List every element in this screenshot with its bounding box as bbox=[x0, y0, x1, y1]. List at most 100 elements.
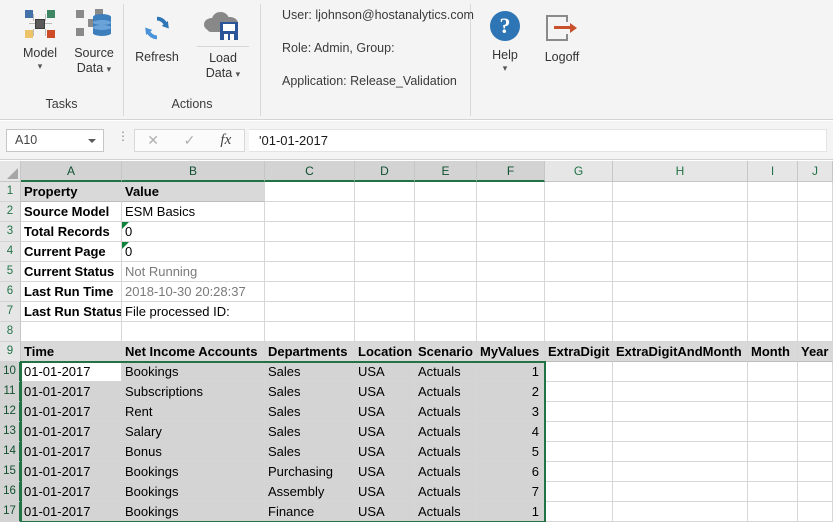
cell-A11[interactable]: 01-01-2017 bbox=[21, 382, 122, 402]
column-header-g[interactable]: G bbox=[545, 161, 613, 182]
cell-D5[interactable] bbox=[355, 262, 415, 282]
cell-A10[interactable]: 01-01-2017 bbox=[21, 362, 122, 382]
cell-J12[interactable] bbox=[798, 402, 833, 422]
cell-E7[interactable] bbox=[415, 302, 477, 322]
cell-H10[interactable] bbox=[613, 362, 748, 382]
cell-H13[interactable] bbox=[613, 422, 748, 442]
cell-A6[interactable]: Last Run Time bbox=[21, 282, 122, 302]
cell-J3[interactable] bbox=[798, 222, 833, 242]
cell-B7[interactable]: File processed ID: bbox=[122, 302, 265, 322]
cell-A1[interactable]: Property bbox=[21, 182, 122, 202]
cell-B10[interactable]: Bookings bbox=[122, 362, 265, 382]
cell-I13[interactable] bbox=[748, 422, 798, 442]
row-header-8[interactable]: 8 bbox=[0, 322, 21, 342]
cell-F14[interactable]: 5 bbox=[477, 442, 545, 462]
vertical-dots-icon[interactable]: ⋮ bbox=[117, 130, 129, 142]
row-header-13[interactable]: 13 bbox=[0, 422, 21, 442]
model-dropdown-caret-icon[interactable]: ▾ bbox=[38, 62, 43, 71]
cell-G11[interactable] bbox=[545, 382, 613, 402]
cell-A2[interactable]: Source Model bbox=[21, 202, 122, 222]
cell-B17[interactable]: Bookings bbox=[122, 502, 265, 522]
cell-H14[interactable] bbox=[613, 442, 748, 462]
cell-I2[interactable] bbox=[748, 202, 798, 222]
cell-G9[interactable]: ExtraDigit bbox=[545, 342, 613, 362]
cell-D6[interactable] bbox=[355, 282, 415, 302]
cell-H4[interactable] bbox=[613, 242, 748, 262]
cell-C1[interactable] bbox=[265, 182, 355, 202]
cell-E16[interactable]: Actuals bbox=[415, 482, 477, 502]
cell-J8[interactable] bbox=[798, 322, 833, 342]
model-button[interactable]: Model ▾ bbox=[14, 4, 66, 71]
row-header-2[interactable]: 2 bbox=[0, 202, 21, 222]
cell-F8[interactable] bbox=[477, 322, 545, 342]
cell-A8[interactable] bbox=[21, 322, 122, 342]
cell-G8[interactable] bbox=[545, 322, 613, 342]
cell-E6[interactable] bbox=[415, 282, 477, 302]
help-button[interactable]: ? Help ▾ bbox=[482, 6, 528, 73]
cell-J6[interactable] bbox=[798, 282, 833, 302]
cell-G13[interactable] bbox=[545, 422, 613, 442]
name-box-dropdown-icon[interactable] bbox=[88, 139, 96, 143]
source-data-button[interactable]: Source Data ▾ bbox=[66, 4, 122, 77]
cell-B2[interactable]: ESM Basics bbox=[122, 202, 265, 222]
cell-H11[interactable] bbox=[613, 382, 748, 402]
cell-B13[interactable]: Salary bbox=[122, 422, 265, 442]
cell-D14[interactable]: USA bbox=[355, 442, 415, 462]
row-header-6[interactable]: 6 bbox=[0, 282, 21, 302]
cell-G6[interactable] bbox=[545, 282, 613, 302]
cell-I1[interactable] bbox=[748, 182, 798, 202]
cell-D13[interactable]: USA bbox=[355, 422, 415, 442]
cell-E12[interactable]: Actuals bbox=[415, 402, 477, 422]
cell-H3[interactable] bbox=[613, 222, 748, 242]
cell-E15[interactable]: Actuals bbox=[415, 462, 477, 482]
cell-E11[interactable]: Actuals bbox=[415, 382, 477, 402]
cell-A7[interactable]: Last Run Status bbox=[21, 302, 122, 322]
cell-F9[interactable]: MyValues bbox=[477, 342, 545, 362]
column-header-e[interactable]: E bbox=[415, 161, 477, 182]
cell-B5[interactable]: Not Running bbox=[122, 262, 265, 282]
column-header-a[interactable]: A bbox=[21, 161, 122, 182]
cell-G16[interactable] bbox=[545, 482, 613, 502]
cell-D7[interactable] bbox=[355, 302, 415, 322]
cell-H9[interactable]: ExtraDigitAndMonth bbox=[613, 342, 748, 362]
cell-C10[interactable]: Sales bbox=[265, 362, 355, 382]
cell-J11[interactable] bbox=[798, 382, 833, 402]
cell-D2[interactable] bbox=[355, 202, 415, 222]
cell-G1[interactable] bbox=[545, 182, 613, 202]
name-box[interactable]: A10 bbox=[6, 129, 104, 152]
cell-G12[interactable] bbox=[545, 402, 613, 422]
formula-input[interactable]: '01-01-2017 bbox=[249, 129, 827, 152]
column-header-i[interactable]: I bbox=[748, 161, 798, 182]
cell-E8[interactable] bbox=[415, 322, 477, 342]
cell-F4[interactable] bbox=[477, 242, 545, 262]
cell-J14[interactable] bbox=[798, 442, 833, 462]
cell-C2[interactable] bbox=[265, 202, 355, 222]
cell-I14[interactable] bbox=[748, 442, 798, 462]
cell-C7[interactable] bbox=[265, 302, 355, 322]
cell-D1[interactable] bbox=[355, 182, 415, 202]
cell-A13[interactable]: 01-01-2017 bbox=[21, 422, 122, 442]
cell-J7[interactable] bbox=[798, 302, 833, 322]
cell-E1[interactable] bbox=[415, 182, 477, 202]
cell-G4[interactable] bbox=[545, 242, 613, 262]
cell-J5[interactable] bbox=[798, 262, 833, 282]
cell-F15[interactable]: 6 bbox=[477, 462, 545, 482]
cell-D3[interactable] bbox=[355, 222, 415, 242]
cell-C16[interactable]: Assembly bbox=[265, 482, 355, 502]
cell-H17[interactable] bbox=[613, 502, 748, 522]
cell-F5[interactable] bbox=[477, 262, 545, 282]
cell-A12[interactable]: 01-01-2017 bbox=[21, 402, 122, 422]
cell-I4[interactable] bbox=[748, 242, 798, 262]
cell-I7[interactable] bbox=[748, 302, 798, 322]
row-header-14[interactable]: 14 bbox=[0, 442, 21, 462]
cell-C5[interactable] bbox=[265, 262, 355, 282]
cell-B3[interactable]: 0 bbox=[122, 222, 265, 242]
cell-H16[interactable] bbox=[613, 482, 748, 502]
row-header-11[interactable]: 11 bbox=[0, 382, 21, 402]
cell-I15[interactable] bbox=[748, 462, 798, 482]
cell-B15[interactable]: Bookings bbox=[122, 462, 265, 482]
cell-D9[interactable]: Location bbox=[355, 342, 415, 362]
logoff-button[interactable]: Logoff bbox=[536, 8, 588, 65]
cell-F6[interactable] bbox=[477, 282, 545, 302]
cell-A9[interactable]: Time bbox=[21, 342, 122, 362]
